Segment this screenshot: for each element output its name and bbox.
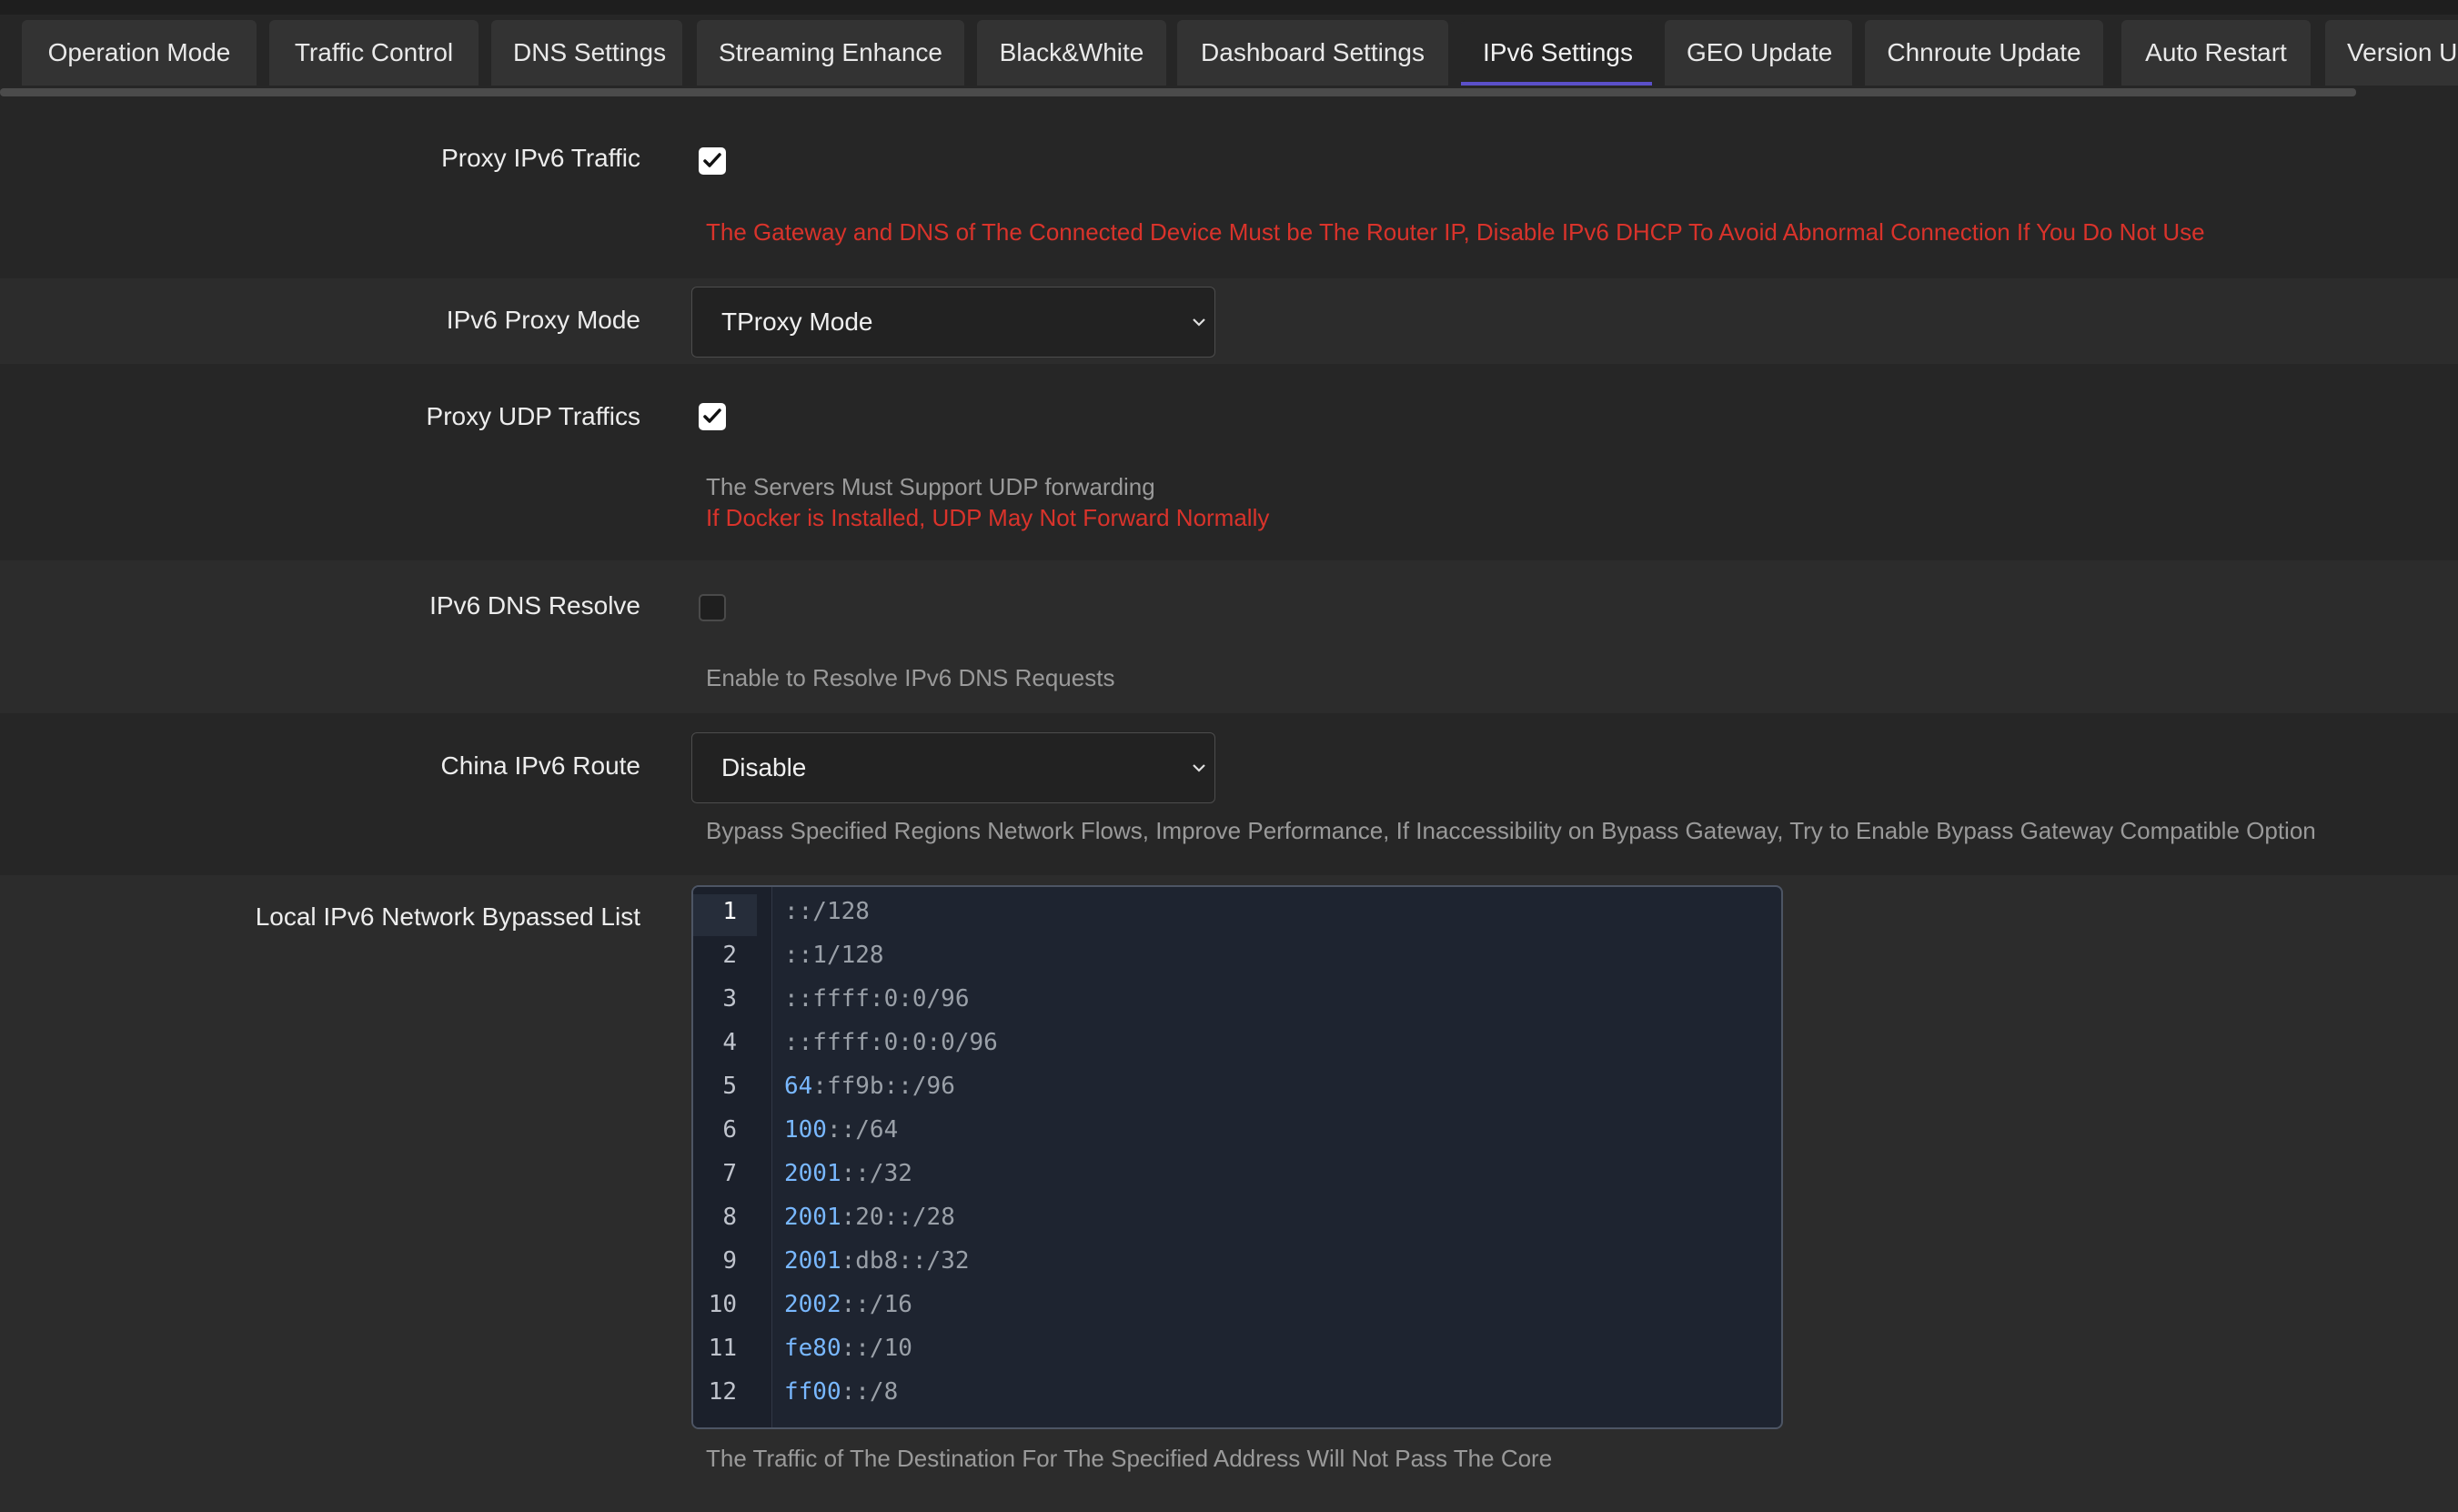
tab-bar: Operation Mode Traffic Control DNS Setti… — [0, 15, 2458, 87]
chevron-down-icon — [1193, 318, 1205, 327]
code-line: 2001:db8::/32 — [784, 1247, 970, 1275]
tab-dashboard-settings[interactable]: Dashboard Settings — [1177, 20, 1448, 86]
code-line-rest-part: ::/32 — [841, 1160, 912, 1187]
line-number: 3 — [722, 985, 737, 1013]
code-line: 2002::/16 — [784, 1291, 912, 1318]
code-line-rest-part: ::ffff:0:0:0/96 — [784, 1029, 998, 1056]
code-line: ::1/128 — [784, 942, 884, 969]
china-ipv6-route-value: Disable — [721, 753, 807, 781]
code-line-rest-part: ::ffff:0:0/96 — [784, 985, 970, 1013]
code-line-rest-part: :ff9b::/96 — [812, 1073, 955, 1100]
tab-scrollbar[interactable] — [0, 88, 2356, 96]
bypass-list-note: The Traffic of The Destination For The S… — [706, 1445, 1553, 1472]
line-number: 6 — [722, 1116, 737, 1144]
code-line-number-part: 100 — [784, 1116, 827, 1144]
ipv6-dns-resolve-note: Enable to Resolve IPv6 DNS Requests — [706, 664, 1115, 691]
line-number: 1 — [722, 898, 737, 925]
code-line: ff00::/8 — [784, 1378, 898, 1406]
code-line: ::ffff:0:0/96 — [784, 985, 970, 1013]
code-line: fe80::/10 — [784, 1335, 912, 1362]
line-number: 2 — [722, 942, 737, 969]
proxy-udp-traffics-label: Proxy UDP Traffics — [426, 402, 640, 430]
line-number: 10 — [708, 1291, 737, 1318]
tab-operation-mode[interactable]: Operation Mode — [22, 20, 257, 86]
code-line-number-part: fe80 — [784, 1335, 841, 1362]
check-icon — [703, 153, 721, 167]
ipv6-proxy-mode-label: IPv6 Proxy Mode — [446, 306, 640, 334]
proxy-ipv6-traffic-checkbox[interactable] — [699, 147, 726, 175]
code-line-rest-part: :20::/28 — [841, 1204, 955, 1231]
code-line-rest-part: ::/64 — [826, 1116, 899, 1144]
code-line: 64:ff9b::/96 — [784, 1073, 955, 1100]
code-line: ::ffff:0:0:0/96 — [784, 1029, 998, 1056]
tab-traffic-control[interactable]: Traffic Control — [269, 20, 479, 86]
tab-black-white[interactable]: Black&White — [977, 20, 1166, 86]
ipv6-dns-resolve-label: IPv6 DNS Resolve — [429, 591, 640, 620]
bypass-list-label: Local IPv6 Network Bypassed List — [255, 902, 640, 931]
bypass-list-editor[interactable]: 1 2 3 4 5 6 7 8 9 10 11 12 ::/128::1/128::ffff:0:0/… — [691, 885, 1783, 1429]
code-line: 2001:20::/28 — [784, 1204, 955, 1231]
code-line-number-part: 2001 — [784, 1204, 841, 1231]
tab-ipv6-settings[interactable]: IPv6 Settings — [1461, 20, 1652, 86]
proxy-udp-traffics-warning: If Docker is Installed, UDP May Not Forw… — [706, 504, 1270, 531]
tab-auto-restart[interactable]: Auto Restart — [2121, 20, 2311, 86]
code-line-number-part: 2001 — [784, 1247, 841, 1275]
row-china-ipv6-route: China IPv6 Route Disable Bypass Specifie… — [0, 713, 2458, 875]
code-line-rest-part: ::1/128 — [784, 942, 884, 969]
proxy-ipv6-traffic-warning: The Gateway and DNS of The Connected Dev… — [706, 218, 2205, 246]
row-ipv6-proxy-mode: IPv6 Proxy Mode TProxy Mode — [0, 278, 2458, 364]
row-ipv6-dns-resolve: IPv6 DNS Resolve Enable to Resolve IPv6 … — [0, 560, 2458, 713]
proxy-ipv6-traffic-label: Proxy IPv6 Traffic — [441, 144, 640, 172]
line-number: 4 — [722, 1029, 737, 1056]
code-line-rest-part: ::/16 — [841, 1291, 912, 1318]
line-number-gutter: 1 2 3 4 5 6 7 8 9 10 11 12 — [693, 887, 772, 1427]
chevron-down-icon — [1193, 764, 1205, 772]
code-line: ::/128 — [784, 898, 870, 925]
code-line-rest-part: ::/10 — [841, 1335, 912, 1362]
code-line: 2001::/32 — [784, 1160, 912, 1187]
ipv6-proxy-mode-value: TProxy Mode — [721, 307, 873, 336]
ipv6-proxy-mode-select[interactable]: TProxy Mode — [691, 287, 1215, 358]
tab-geo-update[interactable]: GEO Update — [1665, 20, 1852, 86]
line-number: 8 — [722, 1204, 737, 1231]
tab-version-update[interactable]: Version Up — [2325, 20, 2458, 86]
code-line-rest-part: ::/8 — [841, 1378, 899, 1406]
line-number: 12 — [708, 1378, 737, 1406]
check-icon — [703, 408, 721, 423]
line-number: 9 — [722, 1247, 737, 1275]
tab-chnroute-update[interactable]: Chnroute Update — [1865, 20, 2103, 86]
ipv6-dns-resolve-checkbox[interactable] — [699, 594, 726, 621]
top-strip — [0, 0, 2458, 15]
row-proxy-ipv6-traffic: Proxy IPv6 Traffic The Gateway and DNS o… — [0, 96, 2458, 278]
tab-streaming-enhance[interactable]: Streaming Enhance — [697, 20, 964, 86]
row-proxy-udp-traffics: Proxy UDP Traffics The Servers Must Supp… — [0, 364, 2458, 560]
china-ipv6-route-select[interactable]: Disable — [691, 732, 1215, 803]
code-line-number-part: ff00 — [784, 1378, 841, 1406]
line-number: 7 — [722, 1160, 737, 1187]
line-number: 11 — [708, 1335, 737, 1362]
code-line-number-part: 2001 — [784, 1160, 841, 1187]
tab-dns-settings[interactable]: DNS Settings — [491, 20, 682, 86]
code-line: 100::/64 — [784, 1116, 898, 1144]
proxy-udp-traffics-checkbox[interactable] — [699, 403, 726, 430]
china-ipv6-route-label: China IPv6 Route — [440, 751, 640, 780]
code-line-number-part: 2002 — [784, 1291, 841, 1318]
proxy-udp-traffics-note: The Servers Must Support UDP forwarding — [706, 473, 1155, 500]
china-ipv6-route-note: Bypass Specified Regions Network Flows, … — [706, 817, 2316, 844]
code-line-number-part: 64 — [784, 1073, 813, 1100]
code-line-rest-part: :db8::/32 — [841, 1247, 970, 1275]
line-number: 5 — [722, 1073, 737, 1100]
code-line-rest-part: ::/128 — [784, 898, 870, 925]
